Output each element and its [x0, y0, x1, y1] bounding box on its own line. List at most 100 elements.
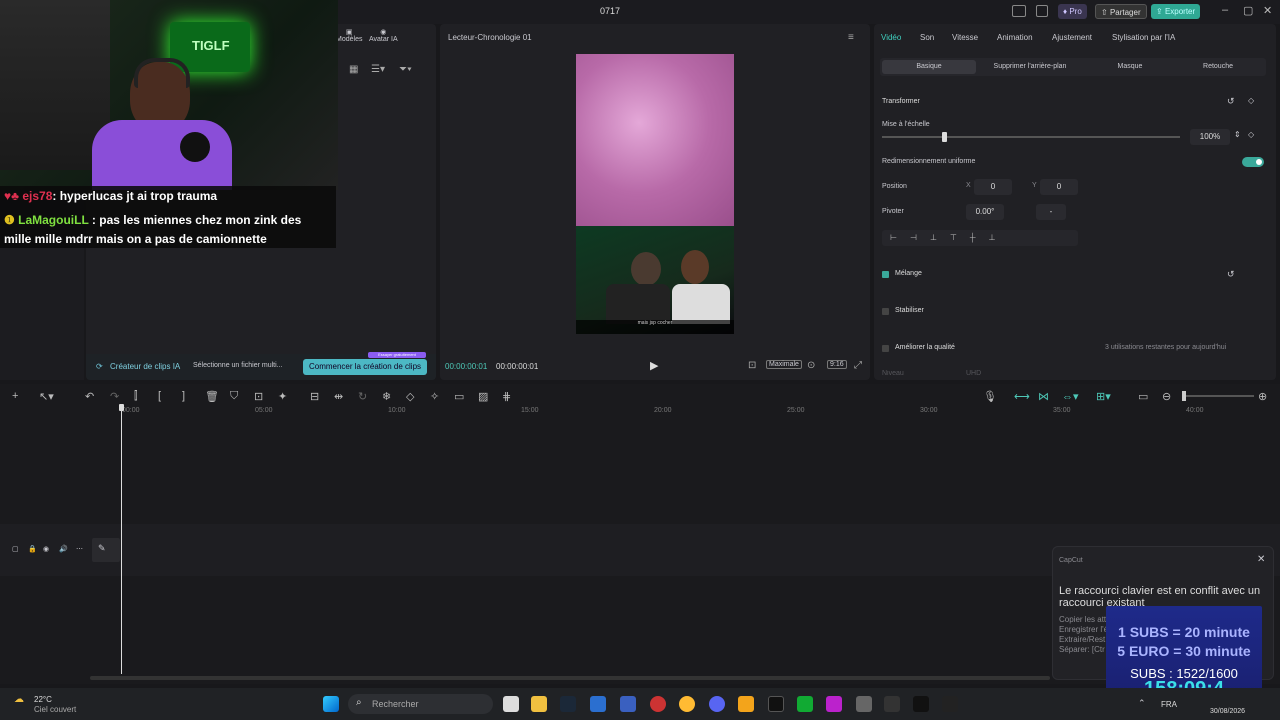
- zoom-in-icon[interactable]: ⊕: [1258, 390, 1267, 403]
- chrome-icon[interactable]: [679, 696, 695, 712]
- reset-icon[interactable]: ↺: [1227, 96, 1235, 107]
- reset-icon[interactable]: ↺: [1227, 269, 1235, 280]
- rotate-input[interactable]: 0.00°: [966, 204, 1004, 220]
- shortcut-icon[interactable]: [1036, 5, 1048, 17]
- snap-icon[interactable]: ⋕: [502, 390, 511, 403]
- timeline-scrollbar[interactable]: [90, 676, 1050, 680]
- more-icon[interactable]: ⋯: [76, 545, 83, 553]
- tab-animation[interactable]: Animation: [997, 33, 1033, 42]
- close-icon[interactable]: ✕: [1257, 554, 1265, 565]
- weather-temp[interactable]: 22°C: [34, 695, 52, 704]
- transform-label[interactable]: Transformer: [882, 98, 920, 105]
- lock-icon[interactable]: 🔒: [28, 545, 37, 553]
- media-icon[interactable]: [650, 696, 666, 712]
- uniform-toggle[interactable]: [1242, 157, 1264, 167]
- clip-creator-label[interactable]: Créateur de clips IA: [110, 362, 180, 371]
- tab-ai-style[interactable]: Stylisation par l'IA: [1112, 33, 1175, 42]
- magic-icon[interactable]: ✧: [430, 390, 439, 403]
- share-button[interactable]: ⇧ Partager: [1095, 4, 1147, 19]
- trim-left-icon[interactable]: [: [158, 390, 161, 402]
- quality-checkbox[interactable]: [882, 345, 889, 352]
- discord-icon[interactable]: [709, 696, 725, 712]
- y-input[interactable]: 0: [1040, 179, 1078, 195]
- subtab-remove-bg[interactable]: Supprimer l'arrière-plan: [980, 63, 1080, 70]
- folder-icon[interactable]: [738, 696, 754, 712]
- store-icon[interactable]: [590, 696, 606, 712]
- redo-icon[interactable]: ↷: [110, 390, 119, 403]
- quality-label[interactable]: Améliorer la qualité: [895, 344, 955, 351]
- audio-app-icon[interactable]: [797, 696, 813, 712]
- snap-toggle-icon[interactable]: ⇔▾: [1062, 390, 1079, 403]
- rotate-dash[interactable]: -: [1036, 204, 1066, 220]
- close-icon[interactable]: ✕: [1263, 4, 1272, 17]
- link-icon[interactable]: ⟷: [1014, 390, 1030, 403]
- zoom-slider-handle[interactable]: [1182, 391, 1186, 401]
- playhead-handle[interactable]: [119, 404, 124, 411]
- layout-icon[interactable]: [1012, 5, 1026, 17]
- scale-slider-handle[interactable]: [941, 132, 947, 142]
- ratio-select[interactable]: 9:16: [827, 360, 847, 369]
- stepper-icon[interactable]: ⇕: [1234, 130, 1241, 139]
- export-button[interactable]: ⇪ Exporter: [1151, 4, 1201, 19]
- keyframe-icon[interactable]: ◇: [1248, 130, 1254, 139]
- tab-templates[interactable]: ▣ Modèles: [336, 28, 362, 43]
- tab-adjust[interactable]: Ajustement: [1052, 33, 1092, 42]
- blend-checkbox[interactable]: [882, 271, 889, 278]
- tiktok-icon[interactable]: [768, 696, 784, 712]
- date[interactable]: 30/08/2026: [1210, 708, 1245, 715]
- minimize-icon[interactable]: –: [1222, 4, 1228, 16]
- audio-icon[interactable]: 🔊: [59, 545, 68, 553]
- freeze-icon[interactable]: ❄: [382, 390, 391, 403]
- ai-edit-icon[interactable]: ✦: [278, 390, 287, 403]
- undo-icon[interactable]: ↶: [85, 390, 94, 403]
- scale-slider[interactable]: [882, 132, 1180, 142]
- mirror-icon[interactable]: ⇹: [334, 390, 343, 403]
- outlook-icon[interactable]: [620, 696, 636, 712]
- playhead[interactable]: [121, 408, 122, 674]
- menu-icon[interactable]: ≡: [848, 32, 854, 43]
- fullscreen-icon[interactable]: ⤢: [854, 360, 862, 371]
- x-input[interactable]: 0: [974, 179, 1012, 195]
- play-icon[interactable]: ▶: [650, 359, 658, 372]
- zoom-slider[interactable]: [1182, 391, 1254, 401]
- crop-icon[interactable]: ⊡: [254, 390, 263, 403]
- stabilize-label[interactable]: Stabiliser: [895, 307, 924, 314]
- grid-view-icon[interactable]: ▦: [349, 64, 358, 75]
- shield-icon[interactable]: ⛉: [230, 390, 238, 403]
- level-value[interactable]: UHD: [966, 370, 981, 377]
- file-explorer-icon[interactable]: [531, 696, 547, 712]
- split-icon[interactable]: ⫿: [134, 390, 138, 403]
- obs-icon[interactable]: [826, 696, 842, 712]
- fit-timeline-icon[interactable]: ▭: [1138, 390, 1148, 403]
- resize-icon[interactable]: ▭: [454, 390, 464, 403]
- capcut-active-icon[interactable]: [942, 696, 958, 712]
- search-box[interactable]: ⌕ Rechercher: [348, 694, 493, 714]
- image-icon[interactable]: ▨: [478, 390, 488, 403]
- tab-sound[interactable]: Son: [920, 33, 934, 42]
- subtab-retouch[interactable]: Retouche: [1178, 63, 1258, 70]
- track-cover-icon[interactable]: ▢: [12, 545, 19, 553]
- crop-icon[interactable]: ⊡: [748, 360, 756, 371]
- align-icon[interactable]: ⊢⊣⊥⊤┼⊥: [882, 230, 1078, 246]
- fit-icon[interactable]: ⊙: [807, 360, 815, 371]
- task-view-icon[interactable]: [503, 696, 519, 712]
- start-clip-button[interactable]: Commencer la création de clips: [303, 359, 427, 375]
- sort-icon[interactable]: ☰▾: [371, 64, 385, 75]
- mic-icon[interactable]: 🎙: [983, 390, 997, 403]
- blend-label[interactable]: Mélange: [895, 270, 922, 277]
- tab-speed[interactable]: Vitesse: [952, 33, 978, 42]
- keyframe-icon[interactable]: ◇: [406, 390, 414, 403]
- settings-icon[interactable]: [856, 696, 872, 712]
- language[interactable]: FRA: [1161, 700, 1177, 709]
- cover-button[interactable]: ✎: [92, 538, 120, 562]
- tray-up-icon[interactable]: ⌃: [1138, 698, 1146, 709]
- epic-icon[interactable]: [884, 696, 900, 712]
- delete-icon[interactable]: 🗑: [205, 390, 219, 403]
- magnet-icon[interactable]: ⋈: [1038, 390, 1049, 403]
- trim-right-icon[interactable]: ]: [182, 390, 185, 402]
- tab-ai-avatar[interactable]: ◉ Avatar IA: [369, 28, 398, 43]
- tab-video[interactable]: Vidéo: [881, 33, 901, 42]
- windows-start-icon[interactable]: [323, 696, 339, 712]
- preview-axis-icon[interactable]: ⊞▾: [1096, 390, 1111, 403]
- select-tool-icon[interactable]: ↖▾: [39, 390, 54, 403]
